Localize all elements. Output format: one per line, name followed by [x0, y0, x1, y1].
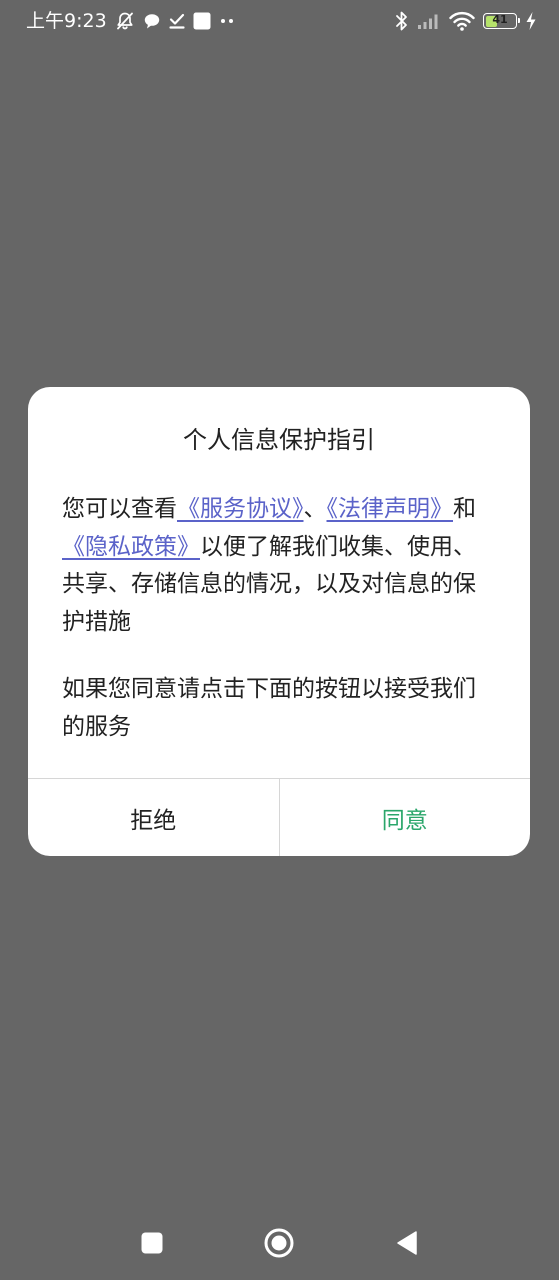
recent-apps-icon[interactable] [135, 1226, 169, 1260]
download-done-icon [169, 12, 185, 30]
dialog-buttons: 拒绝 同意 [28, 779, 530, 856]
home-icon[interactable] [262, 1226, 296, 1260]
service-agreement-link[interactable]: 《服务协议》 [177, 496, 304, 522]
privacy-policy-link[interactable]: 《隐私政策》 [62, 534, 200, 560]
status-left: 上午9:23 [26, 8, 235, 34]
signal-icon [417, 12, 441, 30]
status-time: 上午9:23 [26, 10, 107, 32]
wifi-icon [449, 11, 475, 31]
battery-icon: 41 [483, 13, 520, 29]
chat-bubble-icon [143, 12, 161, 30]
status-bar: 上午9:23 41 [0, 0, 559, 42]
legal-statement-link[interactable]: 《法律声明》 [327, 496, 454, 522]
navigation-bar [0, 1206, 559, 1280]
square-notification-icon [193, 12, 211, 30]
paragraph-1-and: 和 [453, 496, 476, 522]
paragraph-1-prefix: 您可以查看 [62, 496, 177, 522]
dialog-paragraph-2: 如果您同意请点击下面的按钮以接受我们的服务 [62, 676, 476, 740]
charging-icon [525, 11, 537, 31]
back-icon[interactable] [390, 1226, 424, 1260]
status-right: 41 [395, 8, 537, 34]
battery-level: 41 [492, 13, 508, 26]
dialog-title: 个人信息保护指引 [183, 426, 375, 454]
bluetooth-icon [395, 10, 409, 32]
more-dots-icon [219, 17, 235, 25]
mute-icon [115, 11, 135, 31]
paragraph-1-separator: 、 [303, 496, 327, 522]
reject-button[interactable]: 拒绝 [28, 779, 280, 856]
dialog-body: 您可以查看《服务协议》、《法律声明》和《隐私政策》以便了解我们收集、使用、共享、… [62, 491, 498, 746]
privacy-dialog: 个人信息保护指引 您可以查看《服务协议》、《法律声明》和《隐私政策》以便了解我们… [28, 387, 530, 856]
agree-button[interactable]: 同意 [280, 779, 531, 856]
dialog-paragraph-1: 您可以查看《服务协议》、《法律声明》和《隐私政策》以便了解我们收集、使用、共享、… [62, 491, 498, 641]
